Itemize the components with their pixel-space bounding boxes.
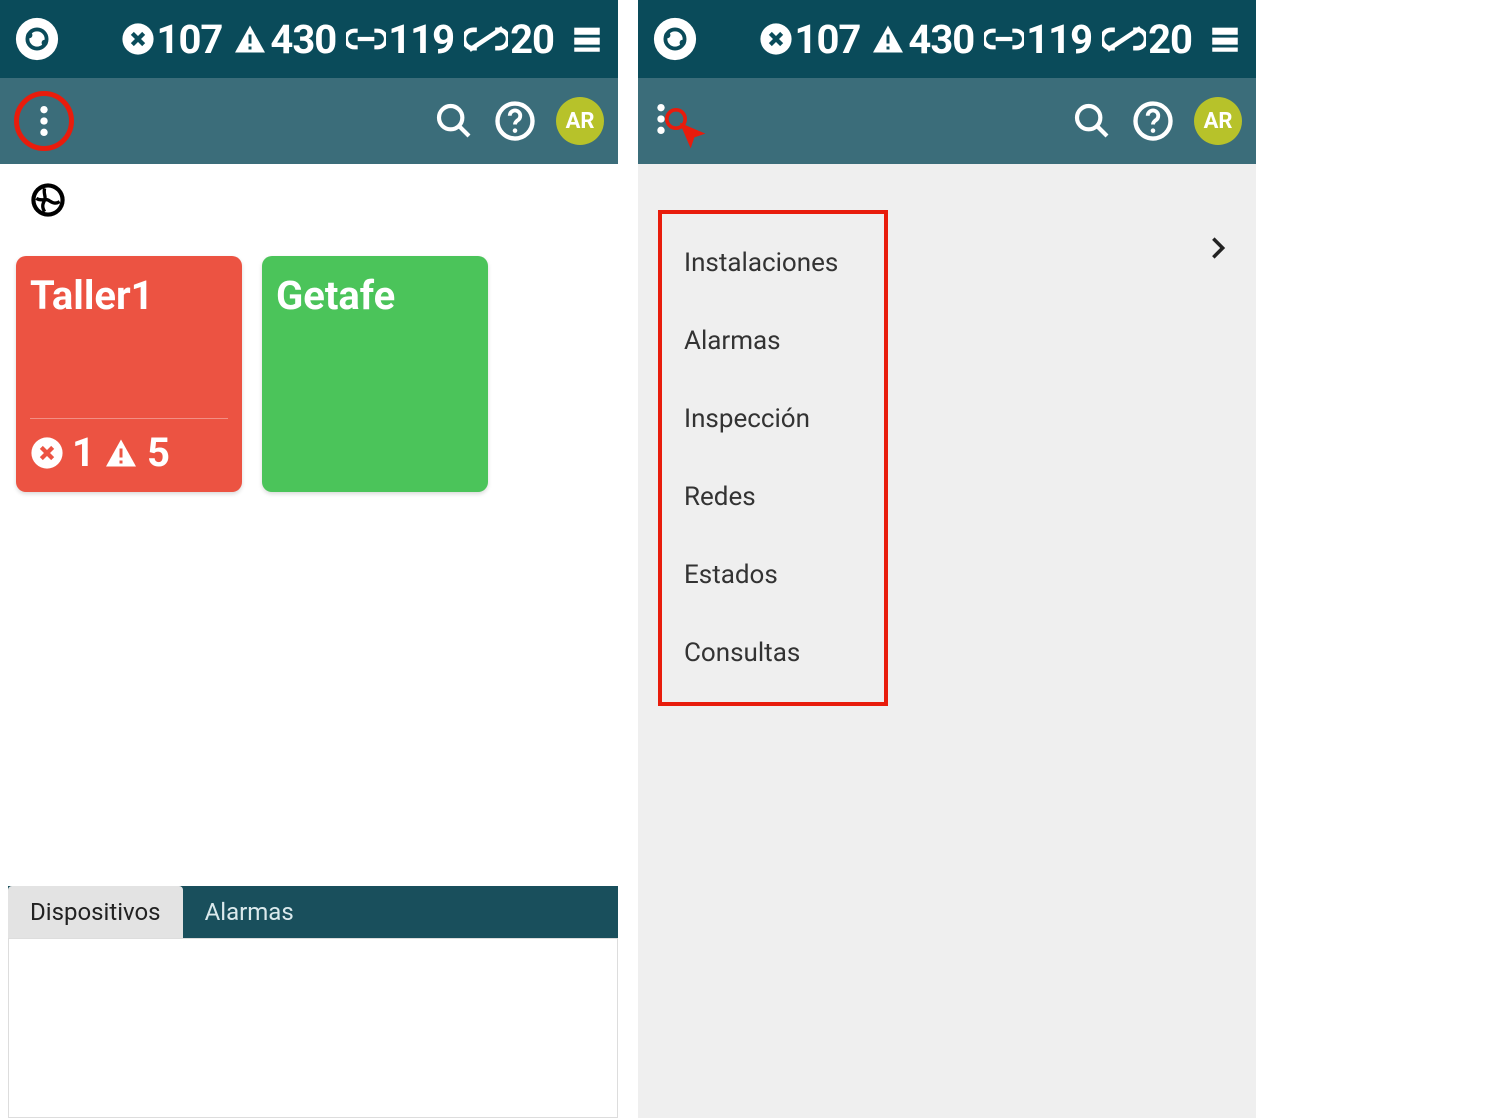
link-off-icon — [464, 22, 508, 56]
status-warnings-value: 430 — [270, 16, 336, 63]
server-icon[interactable] — [1208, 22, 1242, 56]
help-icon[interactable] — [494, 100, 536, 142]
search-icon[interactable] — [434, 101, 474, 141]
link-icon — [984, 22, 1024, 56]
card-divider — [30, 418, 228, 419]
main-body-left: Taller1 1 5 Getafe Dispositivos — [0, 164, 618, 1118]
status-linked: 119 — [984, 16, 1092, 63]
menu-highlight-box: Instalaciones Alarmas Inspección Redes E… — [658, 210, 888, 706]
status-errors: 107 — [759, 16, 861, 63]
menu-item-inspeccion[interactable]: Inspección — [662, 380, 884, 458]
warning-icon — [232, 21, 268, 57]
status-warnings-value: 430 — [908, 16, 974, 63]
status-unlinked-value: 20 — [1148, 16, 1192, 63]
status-bar: 107 430 119 20 — [0, 0, 618, 78]
status-errors: 107 — [121, 16, 223, 63]
avatar-initials: AR — [566, 109, 595, 134]
status-linked: 119 — [346, 16, 454, 63]
screen-left: 107 430 119 20 — [0, 0, 618, 1118]
error-icon — [30, 436, 64, 470]
help-icon[interactable] — [1132, 100, 1174, 142]
status-unlinked-value: 20 — [510, 16, 554, 63]
menu-item-instalaciones[interactable]: Instalaciones — [662, 224, 884, 302]
tab-alarmas[interactable]: Alarmas — [183, 886, 316, 938]
status-warnings: 430 — [870, 16, 974, 63]
tab-panel — [8, 938, 618, 1118]
search-icon[interactable] — [1072, 101, 1112, 141]
menu-item-estados[interactable]: Estados — [662, 536, 884, 614]
link-icon — [346, 22, 386, 56]
tap-cursor-icon — [662, 108, 712, 152]
screen-right: 107 430 119 20 — [638, 0, 1256, 1118]
more-vert-tapped[interactable] — [652, 102, 666, 140]
more-vert-icon[interactable] — [39, 104, 49, 138]
warning-icon — [103, 435, 139, 471]
app-bar: AR — [0, 78, 618, 164]
status-errors-value: 107 — [157, 16, 223, 63]
status-bar: 107 430 119 20 — [638, 0, 1256, 78]
card-title: Taller1 — [30, 272, 228, 319]
status-linked-value: 119 — [1026, 16, 1092, 63]
server-icon[interactable] — [570, 22, 604, 56]
tab-strip: Dispositivos Alarmas — [8, 886, 618, 938]
app-bar: AR — [638, 78, 1256, 164]
menu-item-redes[interactable]: Redes — [662, 458, 884, 536]
app-logo-icon — [14, 16, 60, 62]
cards-row: Taller1 1 5 Getafe — [0, 240, 618, 508]
chevron-right-icon[interactable] — [1204, 234, 1232, 262]
status-unlinked: 20 — [1102, 16, 1192, 63]
avatar[interactable]: AR — [556, 97, 604, 145]
menu-item-consultas[interactable]: Consultas — [662, 614, 884, 692]
card-stats: 1 5 — [30, 429, 228, 476]
card-title: Getafe — [276, 272, 474, 319]
avatar-initials: AR — [1204, 109, 1233, 134]
tab-dispositivos[interactable]: Dispositivos — [8, 886, 183, 938]
menu-item-alarmas[interactable]: Alarmas — [662, 302, 884, 380]
card-warnings-value: 5 — [147, 429, 170, 476]
status-warnings: 430 — [232, 16, 336, 63]
warning-icon — [870, 21, 906, 57]
card-errors-value: 1 — [72, 429, 95, 476]
globe-icon[interactable] — [28, 180, 68, 220]
main-body-right: Instalaciones Alarmas Inspección Redes E… — [638, 164, 1256, 1118]
link-off-icon — [1102, 22, 1146, 56]
error-icon — [759, 22, 793, 56]
status-unlinked: 20 — [464, 16, 554, 63]
avatar[interactable]: AR — [1194, 97, 1242, 145]
status-linked-value: 119 — [388, 16, 454, 63]
app-logo-icon — [652, 16, 698, 62]
card-getafe[interactable]: Getafe — [262, 256, 488, 492]
error-icon — [121, 22, 155, 56]
status-errors-value: 107 — [795, 16, 861, 63]
card-taller1[interactable]: Taller1 1 5 — [16, 256, 242, 492]
highlight-circle — [14, 91, 74, 151]
